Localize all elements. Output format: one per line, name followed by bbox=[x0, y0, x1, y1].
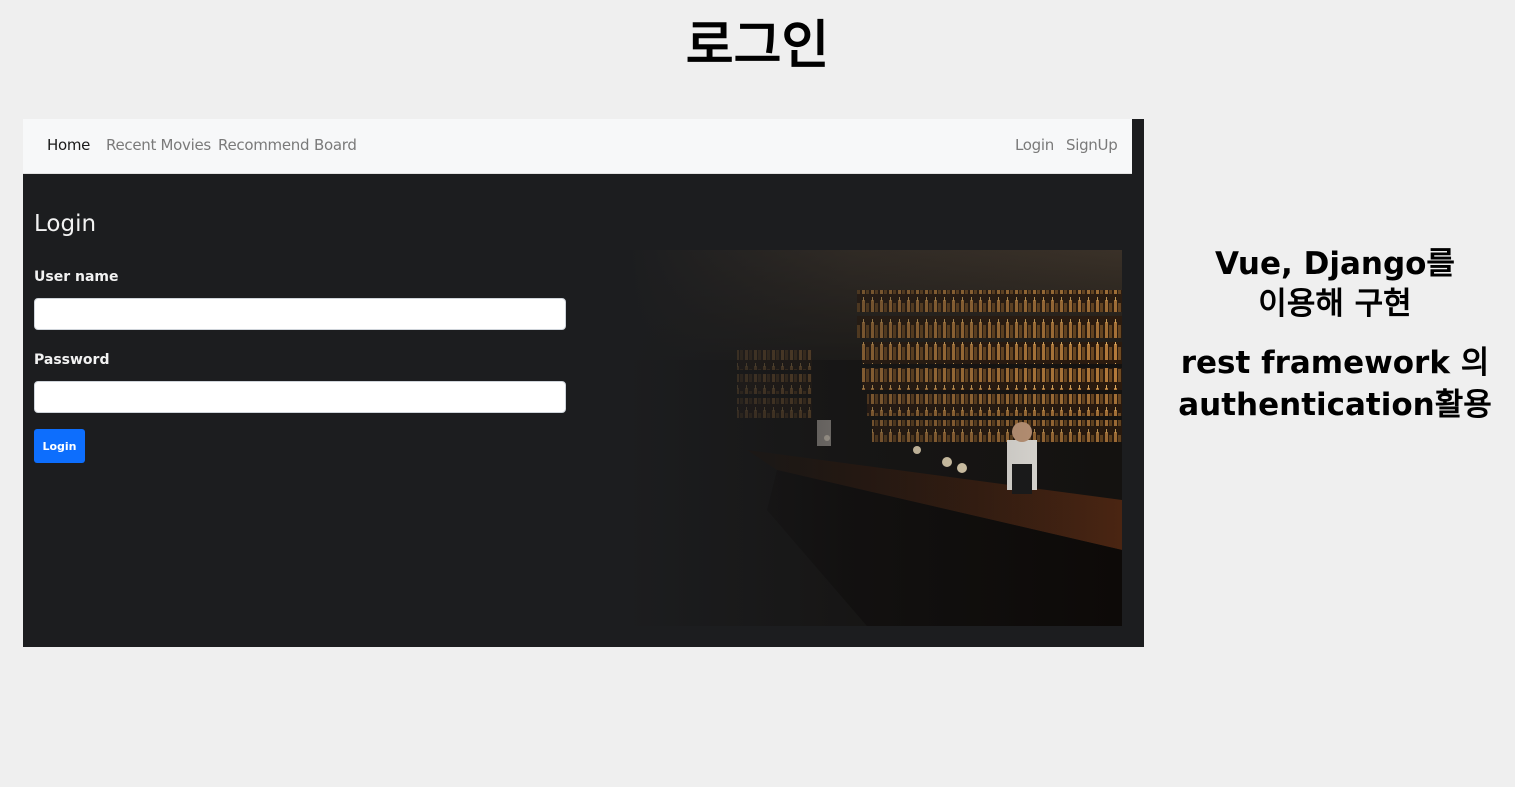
username-input[interactable] bbox=[34, 298, 566, 330]
slide-title: 로그인 bbox=[685, 16, 830, 76]
navbar: Home Recent Movies Recommend Board Login… bbox=[23, 119, 1132, 174]
username-label: User name bbox=[34, 269, 119, 285]
login-submit-button[interactable]: Login bbox=[34, 429, 85, 463]
note-line-1: Vue, Django를 bbox=[1215, 246, 1455, 282]
nav-recommend-link[interactable]: Recommend bbox=[218, 136, 309, 154]
nav-board-link[interactable]: Board bbox=[314, 136, 357, 154]
bar-interior-photo bbox=[627, 250, 1122, 626]
nav-login-link[interactable]: Login bbox=[1015, 136, 1054, 154]
nav-home-link[interactable]: Home bbox=[47, 136, 90, 154]
nav-recent-movies-link[interactable]: Recent Movies bbox=[106, 136, 211, 154]
login-heading: Login bbox=[34, 211, 97, 237]
note-line-3: rest framework 의 bbox=[1180, 345, 1490, 381]
note-line-4: authentication활용 bbox=[1178, 387, 1492, 423]
app-screenshot: Home Recent Movies Recommend Board Login… bbox=[23, 119, 1144, 647]
password-input[interactable] bbox=[34, 381, 566, 413]
password-label: Password bbox=[34, 352, 110, 368]
note-line-2: 이용해 구현 bbox=[1258, 286, 1412, 322]
nav-signup-link[interactable]: SignUp bbox=[1066, 136, 1118, 154]
